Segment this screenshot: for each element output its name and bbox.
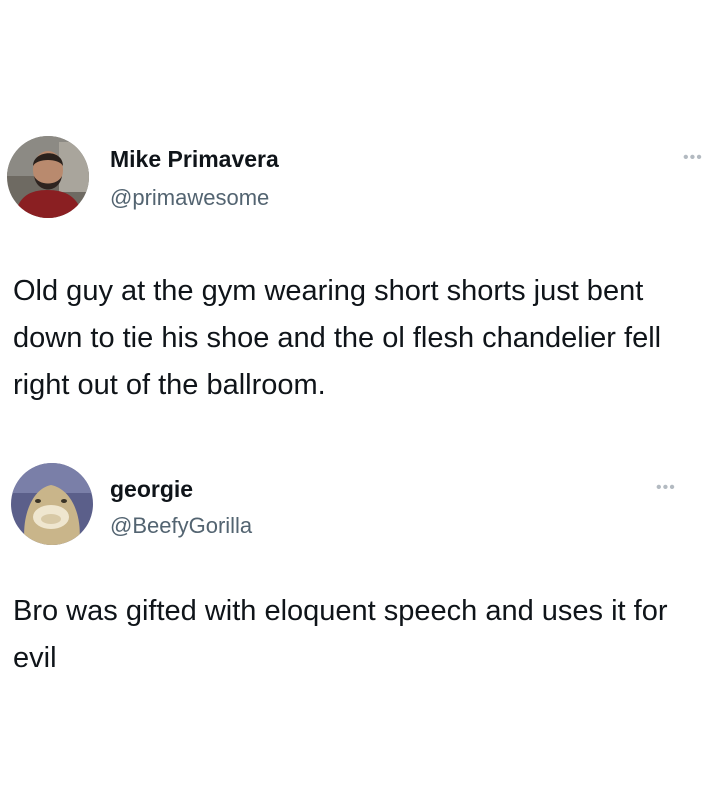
display-name[interactable]: Mike Primavera — [110, 146, 279, 173]
more-options-icon[interactable]: ••• — [656, 480, 676, 496]
avatar-photo — [11, 463, 93, 545]
user-handle[interactable]: @BeefyGorilla — [110, 513, 252, 539]
more-options-icon[interactable]: ••• — [683, 150, 703, 166]
avatar[interactable] — [7, 136, 89, 218]
tweet-text: Bro was gifted with eloquent speech and … — [13, 595, 668, 674]
tweet[interactable]: Mike Primavera @primawesome ••• Old guy … — [0, 0, 717, 440]
tweet-text: Old guy at the gym wearing short shorts … — [13, 275, 662, 401]
user-handle[interactable]: @primawesome — [110, 185, 269, 211]
avatar-photo — [7, 136, 89, 218]
tweet[interactable]: georgie @BeefyGorilla ••• Bro was gifted… — [0, 440, 717, 800]
display-name[interactable]: georgie — [110, 476, 193, 503]
avatar[interactable] — [11, 463, 93, 545]
